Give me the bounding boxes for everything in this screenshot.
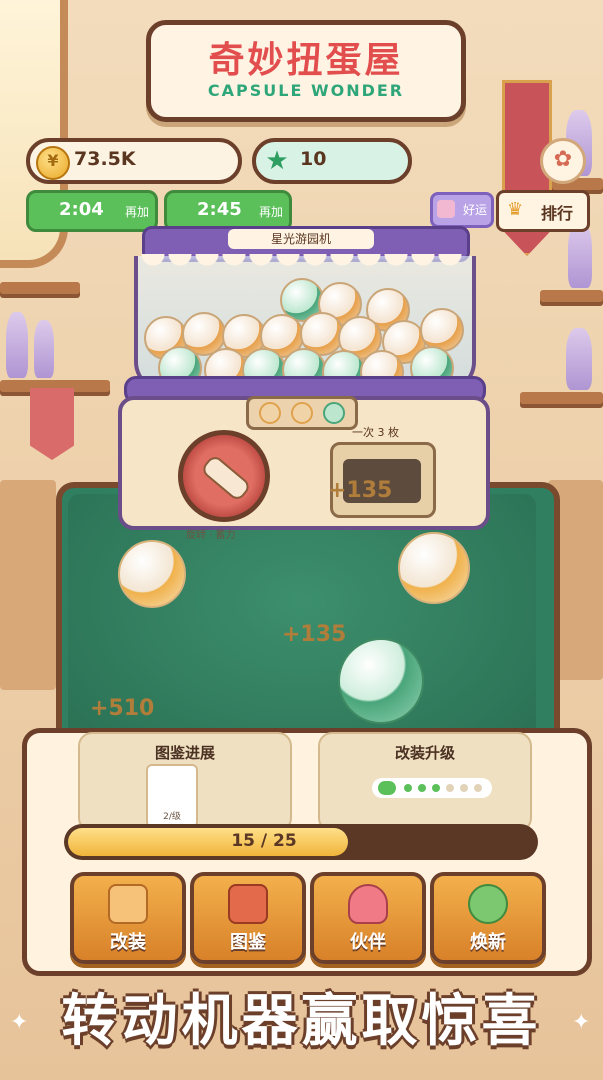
timer-add-label: 再加	[124, 205, 149, 219]
gem-counter[interactable]: ★ 10	[252, 138, 412, 184]
machine-name: 星光游园机	[228, 229, 374, 249]
gem-amount: 10	[300, 148, 327, 170]
luck-label: 好运	[462, 203, 487, 217]
boost-timer-1[interactable]: 2:04 再加	[26, 190, 158, 232]
flower-pennant	[30, 388, 74, 460]
star-gem-icon: ★	[265, 146, 289, 176]
preview-capsule	[323, 402, 345, 424]
collection-title: 图鉴进展	[154, 744, 215, 762]
capsule-globe	[134, 256, 476, 392]
game-title-card: 奇妙扭蛋屋 CAPSULE WONDER	[146, 20, 466, 122]
coin-amount: 73.5K	[74, 148, 136, 170]
upgrade-dot	[432, 784, 440, 792]
floating-score: +135	[282, 622, 347, 647]
bag-icon	[348, 884, 388, 924]
upgrade-dot	[404, 784, 412, 792]
collection-card[interactable]: 图鉴进展 2/级	[78, 732, 292, 832]
cat-card: 2/级	[146, 764, 198, 828]
card-level: 2/级	[163, 812, 181, 822]
book-icon	[228, 884, 268, 924]
partner-button[interactable]: 伙伴	[310, 872, 426, 964]
crank-hint: 旋转 · 蓄力	[186, 530, 236, 541]
upgrade-dot	[378, 781, 396, 795]
upgrade-dot	[460, 784, 468, 792]
potion-bottle	[566, 328, 592, 390]
game-subtitle: CAPSULE WONDER	[207, 81, 405, 100]
game-title: 奇妙扭蛋屋	[208, 40, 404, 81]
potion-bottle	[34, 320, 54, 378]
hammer-icon	[108, 884, 148, 924]
capsule-ball	[420, 308, 464, 352]
timer-time: 2:45	[197, 199, 242, 220]
upgrade-dot	[474, 784, 482, 792]
settings-gear-icon[interactable]: ✿	[540, 138, 586, 184]
ranking-label: 排行	[541, 204, 574, 223]
crank-knob[interactable]	[178, 430, 270, 522]
floating-score: +135	[328, 478, 393, 503]
drawer-cabinet	[0, 480, 56, 690]
upgrade-dot	[446, 784, 454, 792]
capsule-ball[interactable]	[338, 638, 424, 724]
ranking-button[interactable]: ♛ 排行	[496, 190, 590, 232]
partner-label: 伙伴	[350, 932, 386, 953]
refresh-label: 焕新	[470, 932, 506, 953]
upgrade-progress-dots	[372, 778, 492, 798]
luck-button[interactable]: 好运	[430, 192, 494, 228]
upgrade-card[interactable]: 改装升级	[318, 732, 532, 832]
upgrade-dot	[418, 784, 426, 792]
collection-button[interactable]: 图鉴	[190, 872, 306, 964]
per-draw-label: 一次 3 枚	[352, 426, 399, 439]
right-shelf	[540, 290, 603, 302]
modify-label: 改装	[110, 932, 146, 953]
potion-bottle	[6, 312, 28, 378]
timer-time: 2:04	[59, 199, 104, 220]
knob-handle	[199, 453, 253, 503]
floating-score: +510	[90, 696, 155, 721]
globe-trim	[140, 254, 464, 268]
coin-counter[interactable]: ¥ 73.5K	[26, 138, 242, 184]
preview-capsule	[291, 402, 313, 424]
capsule-ball[interactable]	[398, 532, 470, 604]
promo-slogan: 转动机器赢取惊喜	[61, 989, 542, 1054]
right-shelf	[520, 392, 603, 404]
refresh-icon	[468, 884, 508, 924]
draw-preview	[246, 396, 358, 430]
collection-progress-bar: 15 / 25	[64, 824, 538, 860]
progress-text: 15 / 25	[231, 831, 297, 851]
cat-icon	[437, 200, 455, 218]
upgrade-title: 改装升级	[394, 744, 455, 762]
coin-icon: ¥	[36, 146, 70, 180]
capsule-ball[interactable]	[118, 540, 186, 608]
modify-button[interactable]: 改装	[70, 872, 186, 964]
left-shelf	[0, 282, 80, 294]
preview-capsule	[259, 402, 281, 424]
collection-label: 图鉴	[230, 932, 266, 953]
refresh-button[interactable]: 焕新	[430, 872, 546, 964]
crown-icon: ♛	[507, 199, 524, 220]
timer-add-label: 再加	[258, 205, 283, 219]
